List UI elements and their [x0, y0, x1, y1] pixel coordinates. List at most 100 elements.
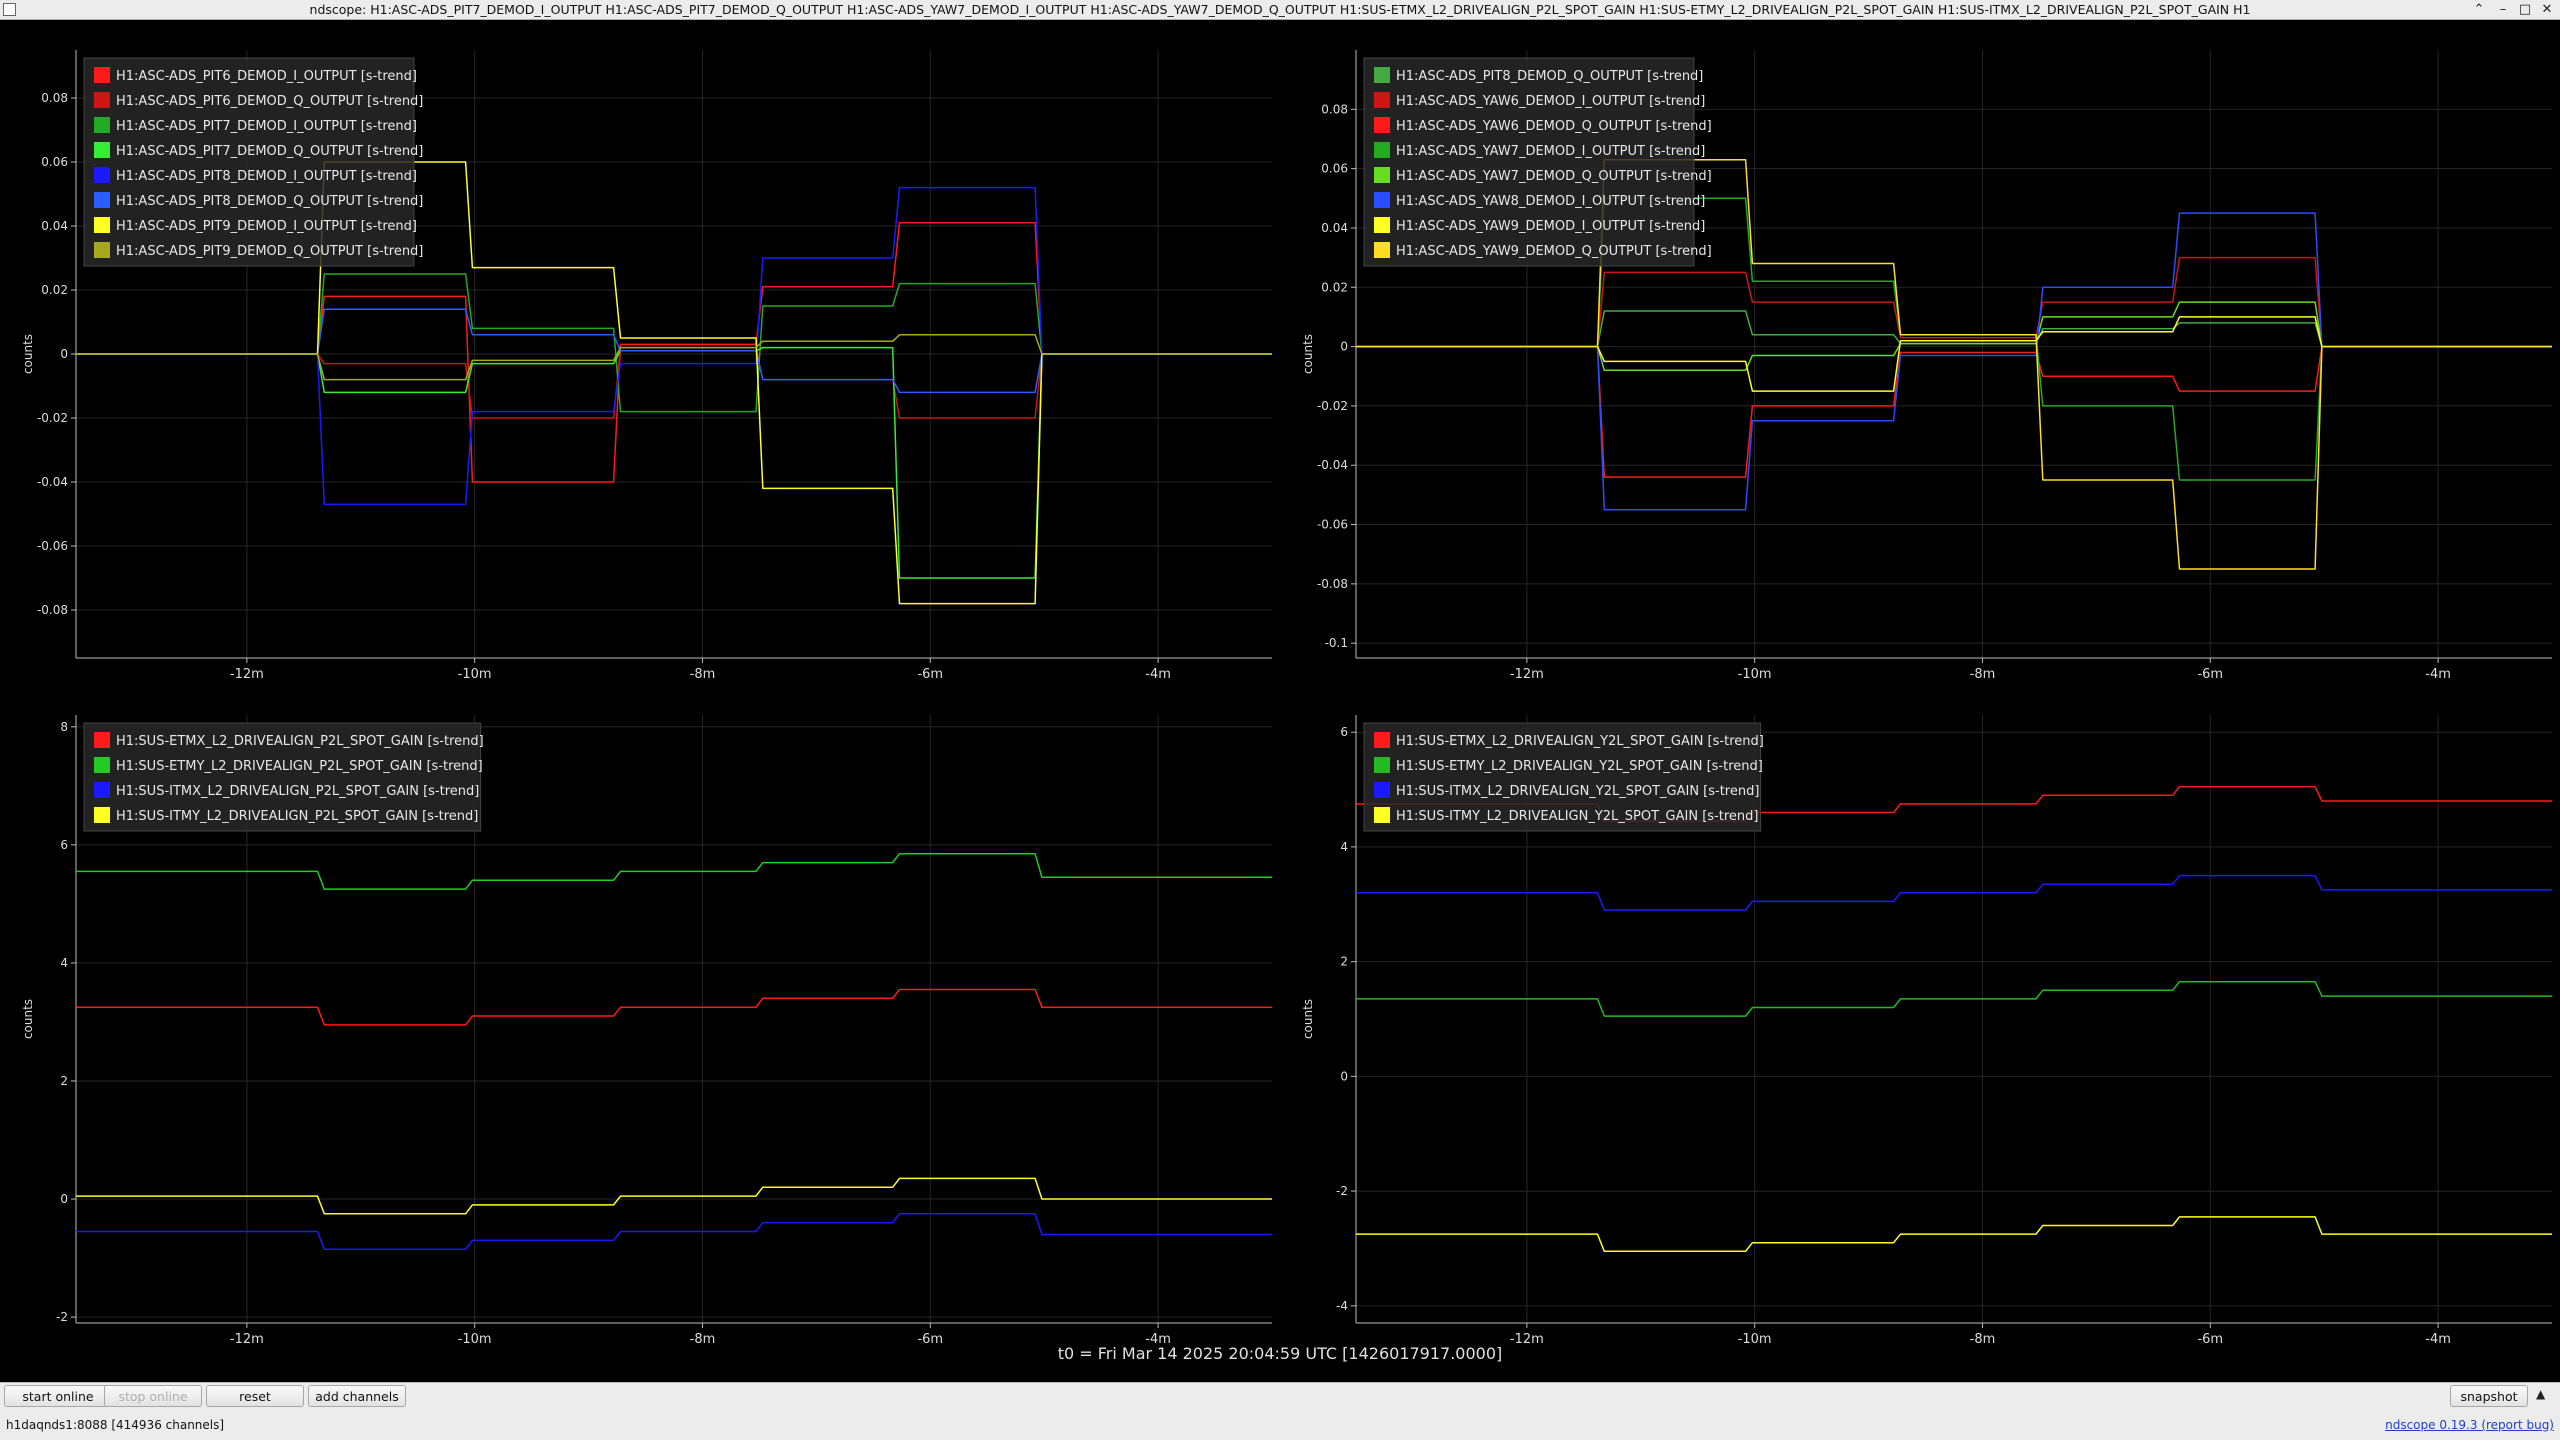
- x-tick-label: -12m: [1510, 667, 1544, 680]
- legend-swatch: [1374, 142, 1390, 158]
- shade-icon[interactable]: ⌃: [2468, 0, 2490, 19]
- legend-swatch: [94, 757, 110, 773]
- y-tick-label: -0.04: [37, 475, 68, 489]
- y-tick-label: 0.02: [41, 283, 68, 297]
- plot-area: -12m -10m -8m -6m -4m -0.08 -0.06 -0.04 -0.02 0 0.…: [0, 20, 2560, 1382]
- x-tick-label: -10m: [458, 667, 492, 680]
- legend-entry: H1:ASC-ADS_PIT6_DEMOD_Q_OUTPUT [s-trend]: [116, 94, 423, 109]
- legend-swatch: [94, 217, 110, 233]
- y-tick-label: 0: [60, 347, 68, 361]
- legend-entry: H1:ASC-ADS_YAW6_DEMOD_I_OUTPUT [s-trend]: [1396, 94, 1705, 109]
- legend-swatch: [1374, 92, 1390, 108]
- y-tick-label: 0.04: [41, 219, 68, 233]
- x-tick-label: -12m: [230, 667, 264, 680]
- legend-swatch: [1374, 242, 1390, 258]
- legend-swatch: [94, 807, 110, 823]
- legend-swatch: [94, 92, 110, 108]
- start-online-button[interactable]: start online: [4, 1385, 112, 1407]
- y-tick-label: 0: [1340, 340, 1348, 354]
- legend-swatch: [1374, 117, 1390, 133]
- x-tick-label: -4m: [1145, 667, 1171, 680]
- plot-y2l-spot-gain[interactable]: -12m -10m -8m -6m -4m-4-20246countsH1:SUS-ET…: [1280, 685, 2560, 1345]
- legend-swatch: [1374, 807, 1390, 823]
- y-tick-label: 0: [1340, 1069, 1348, 1083]
- y-tick-label: 4: [60, 956, 68, 970]
- legend-entry: H1:ASC-ADS_YAW8_DEMOD_I_OUTPUT [s-trend]: [1396, 194, 1705, 209]
- y-tick-label: -2: [1336, 1184, 1348, 1198]
- legend-swatch: [94, 117, 110, 133]
- y-tick-label: -4: [1336, 1299, 1348, 1313]
- app-icon: [3, 3, 16, 16]
- y-axis-label: counts: [21, 334, 35, 374]
- legend-entry: H1:ASC-ADS_PIT9_DEMOD_I_OUTPUT [s-trend]: [116, 219, 417, 234]
- plot-pit-demod[interactable]: -12m -10m -8m -6m -4m -0.08 -0.06 -0.04 -0.02 0 0.…: [0, 20, 1280, 680]
- legend-swatch: [94, 242, 110, 258]
- y-tick-label: 6: [1340, 725, 1348, 739]
- legend-entry: H1:ASC-ADS_YAW7_DEMOD_I_OUTPUT [s-trend]: [1396, 144, 1705, 159]
- stop-online-button: stop online: [104, 1385, 202, 1407]
- legend-entry: H1:ASC-ADS_PIT8_DEMOD_Q_OUTPUT [s-trend]: [116, 194, 423, 209]
- legend-swatch: [1374, 192, 1390, 208]
- y-tick-label: 6: [60, 838, 68, 852]
- t0-label: t0 = Fri Mar 14 2025 20:04:59 UTC [14260…: [1057, 1344, 1503, 1363]
- legend-entry: H1:ASC-ADS_PIT9_DEMOD_Q_OUTPUT [s-trend]: [116, 244, 423, 259]
- y-tick-label: 0.06: [41, 155, 68, 169]
- y-axis-label: counts: [1301, 334, 1315, 374]
- y-tick-label: 0.08: [1321, 102, 1348, 116]
- legend-swatch: [94, 732, 110, 748]
- legend-entry: H1:SUS-ITMY_L2_DRIVEALIGN_Y2L_SPOT_GAIN …: [1396, 809, 1758, 824]
- y-tick-label: -0.08: [37, 603, 68, 617]
- y-tick-label: 8: [60, 720, 68, 734]
- y-tick-label: -0.06: [1317, 518, 1348, 532]
- legend-entry: H1:ASC-ADS_PIT6_DEMOD_I_OUTPUT [s-trend]: [116, 69, 417, 84]
- legend-swatch: [94, 192, 110, 208]
- legend-entry: H1:ASC-ADS_YAW6_DEMOD_Q_OUTPUT [s-trend]: [1396, 119, 1712, 134]
- y-tick-label: 0.08: [41, 91, 68, 105]
- legend-swatch: [1374, 782, 1390, 798]
- close-icon[interactable]: ✕: [2536, 0, 2558, 19]
- x-tick-label: -8m: [690, 667, 716, 680]
- snapshot-button[interactable]: snapshot: [2450, 1385, 2528, 1407]
- legend-entry: H1:SUS-ETMY_L2_DRIVEALIGN_P2L_SPOT_GAIN …: [116, 759, 483, 774]
- legend-entry: H1:ASC-ADS_PIT7_DEMOD_I_OUTPUT [s-trend]: [116, 119, 417, 134]
- legend-swatch: [94, 782, 110, 798]
- legend-swatch: [94, 67, 110, 83]
- y-tick-label: 0: [60, 1192, 68, 1206]
- legend-entry: H1:SUS-ETMX_L2_DRIVEALIGN_P2L_SPOT_GAIN …: [116, 734, 484, 749]
- y-axis-label: counts: [21, 999, 35, 1039]
- triangle-up-icon[interactable]: ▲: [2536, 1387, 2545, 1401]
- y-tick-label: 0.06: [1321, 162, 1348, 176]
- legend-entry: H1:ASC-ADS_YAW9_DEMOD_Q_OUTPUT [s-trend]: [1396, 244, 1712, 259]
- window-title: ndscope: H1:ASC-ADS_PIT7_DEMOD_I_OUTPUT …: [309, 2, 2251, 17]
- legend-box: [1363, 57, 1695, 267]
- legend-entry: H1:SUS-ITMY_L2_DRIVEALIGN_P2L_SPOT_GAIN …: [116, 809, 478, 824]
- legend-swatch: [94, 142, 110, 158]
- legend-swatch: [94, 167, 110, 183]
- y-tick-label: 0.02: [1321, 280, 1348, 294]
- x-tick-label: -6m: [917, 667, 943, 680]
- legend-entry: H1:SUS-ETMX_L2_DRIVEALIGN_Y2L_SPOT_GAIN …: [1396, 734, 1764, 749]
- x-tick-label: -8m: [1970, 667, 1996, 680]
- legend-entry: H1:SUS-ITMX_L2_DRIVEALIGN_Y2L_SPOT_GAIN …: [1396, 784, 1759, 799]
- reset-button[interactable]: reset: [206, 1385, 304, 1407]
- plot-yaw-demod[interactable]: -12m -10m -8m -6m -4m -0.1 -0.08 -0.06 -0.04 -0.0…: [1280, 20, 2560, 680]
- x-tick-label: -4m: [2425, 667, 2451, 680]
- legend-box: [83, 57, 415, 267]
- plot-p2l-spot-gain[interactable]: -12m -10m -8m -6m -4m-202468countsH1:SUS-ETM…: [0, 685, 1280, 1345]
- y-tick-label: -0.1: [1325, 636, 1348, 650]
- x-tick-label: -6m: [2197, 667, 2223, 680]
- minimize-icon[interactable]: –: [2492, 0, 2514, 19]
- y-tick-label: -0.08: [1317, 577, 1348, 591]
- y-tick-label: 0.04: [1321, 221, 1348, 235]
- y-tick-label: -0.02: [37, 411, 68, 425]
- add-channels-button[interactable]: add channels: [308, 1385, 406, 1407]
- server-status: h1daqnds1:8088 [414936 channels]: [6, 1418, 225, 1432]
- x-tick-label: -10m: [1738, 667, 1772, 680]
- legend-entry: H1:ASC-ADS_PIT8_DEMOD_Q_OUTPUT [s-trend]: [1396, 69, 1703, 84]
- legend-entry: H1:ASC-ADS_PIT7_DEMOD_Q_OUTPUT [s-trend]: [116, 144, 423, 159]
- legend-entry: H1:SUS-ETMY_L2_DRIVEALIGN_Y2L_SPOT_GAIN …: [1396, 759, 1763, 774]
- y-tick-label: -0.04: [1317, 458, 1348, 472]
- maximize-icon[interactable]: □: [2514, 0, 2536, 19]
- legend-entry: H1:ASC-ADS_YAW7_DEMOD_Q_OUTPUT [s-trend]: [1396, 169, 1712, 184]
- version-link[interactable]: ndscope 0.19.3 (report bug): [2385, 1418, 2554, 1432]
